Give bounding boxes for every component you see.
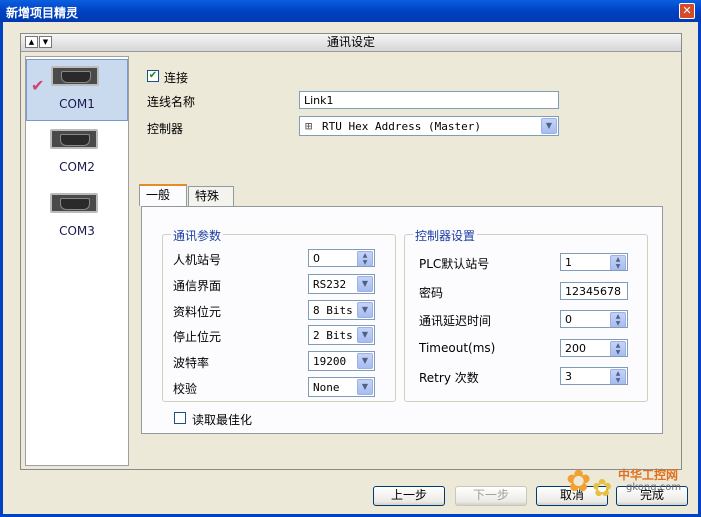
retry-spinner[interactable]: 3 ▲ ▼: [560, 367, 628, 385]
gear-icon: ✿: [592, 474, 613, 502]
selected-check-icon: ✔: [31, 76, 45, 95]
comm-settings-panel: ▲ ▼ 通讯设定 ✔ COM1 COM2 COM3 ✔ 连接 连线名称 Link…: [20, 33, 682, 470]
password-label: 密码: [419, 286, 444, 300]
stop-bits-label: 停止位元: [173, 330, 222, 344]
baud-rate-select[interactable]: 19200 ▼: [308, 351, 375, 371]
parity-value: None: [313, 381, 340, 394]
hmi-station-label: 人机站号: [173, 253, 222, 267]
retry-label: Retry 次数: [419, 371, 479, 385]
gear-icon: ✿: [566, 464, 592, 499]
com-port-item-com2[interactable]: COM2: [26, 123, 128, 185]
stop-bits-select[interactable]: 2 Bits ▼: [308, 325, 375, 345]
parity-label: 校验: [173, 382, 198, 396]
spinner-icon[interactable]: ▲ ▼: [357, 251, 373, 266]
close-icon[interactable]: ✕: [679, 3, 695, 19]
spinner-icon[interactable]: ▲ ▼: [610, 341, 626, 356]
com-port-label: COM3: [59, 224, 95, 238]
connect-checkbox[interactable]: ✔: [147, 70, 159, 82]
password-input[interactable]: 12345678: [560, 282, 628, 300]
tab-special[interactable]: 特殊: [188, 186, 234, 206]
comm-params-title: 通讯参数: [171, 227, 224, 244]
tab-content-general: 通讯参数 人机站号 0 ▲ ▼ 通信界面 RS232 ▼ 资料位元 8 Bits …: [141, 206, 663, 434]
next-button[interactable]: 下一步: [455, 486, 527, 506]
spinner-icon[interactable]: ▲ ▼: [610, 369, 626, 384]
data-bits-select[interactable]: 8 Bits ▼: [308, 300, 375, 320]
com-port-item-com1[interactable]: ✔ COM1: [26, 59, 128, 121]
com-port-item-com3[interactable]: COM3: [26, 187, 128, 249]
chevron-down-icon[interactable]: ▼: [357, 353, 373, 369]
panel-header-title: 通讯设定: [326, 35, 375, 49]
connect-label: 连接: [164, 71, 189, 85]
chevron-down-icon[interactable]: ▼: [541, 118, 557, 134]
com-port-label: COM2: [59, 160, 95, 174]
watermark-text: 中华工控网: [618, 468, 679, 482]
plc-device-icon: ⊞: [305, 119, 313, 133]
plc-station-label: PLC默认站号: [419, 257, 490, 271]
chevron-down-icon[interactable]: ▼: [357, 302, 373, 318]
serial-port-icon: [50, 129, 98, 149]
controller-value: RTU Hex Address (Master): [322, 120, 481, 133]
baud-rate-value: 19200: [313, 355, 347, 368]
comm-delay-value: 0: [565, 313, 572, 326]
timeout-spinner[interactable]: 200 ▲ ▼: [560, 339, 628, 357]
timeout-value: 200: [565, 342, 586, 355]
data-bits-label: 资料位元: [173, 305, 222, 319]
controller-settings-title: 控制器设置: [413, 227, 478, 244]
com-port-label: COM1: [59, 97, 95, 111]
spinner-icon[interactable]: ▲ ▼: [610, 312, 626, 327]
plc-station-spinner[interactable]: 1 ▲ ▼: [560, 253, 628, 271]
interface-select[interactable]: RS232 ▼: [308, 274, 375, 294]
spinner-icon[interactable]: ▲ ▼: [610, 255, 626, 270]
tab-general[interactable]: 一般: [139, 184, 187, 206]
comm-delay-label: 通讯延迟时间: [419, 314, 492, 328]
retry-value: 3: [565, 370, 572, 383]
serial-port-icon: [51, 66, 99, 86]
prev-button[interactable]: 上一步: [373, 486, 445, 506]
comm-delay-spinner[interactable]: 0 ▲ ▼: [560, 310, 628, 328]
panel-header: ▲ ▼ 通讯设定: [21, 34, 681, 52]
title-bar: 新增项目精灵 ✕: [0, 0, 701, 22]
chevron-down-icon[interactable]: ▼: [357, 379, 373, 395]
timeout-label: Timeout(ms): [419, 341, 496, 355]
controller-settings-group: 控制器设置 PLC默认站号 1 ▲ ▼ 密码 12345678 通讯延迟时间 0 …: [404, 227, 648, 402]
serial-port-icon: [50, 193, 98, 213]
watermark-site: gkong.com: [626, 482, 682, 493]
link-name-label: 连线名称: [147, 95, 196, 109]
chevron-down-icon[interactable]: ▼: [357, 327, 373, 343]
read-optimize-checkbox[interactable]: [174, 412, 186, 424]
interface-label: 通信界面: [173, 279, 222, 293]
scroll-down-icon[interactable]: ▼: [39, 36, 52, 48]
chevron-down-icon[interactable]: ▼: [357, 276, 373, 292]
hmi-station-value: 0: [313, 252, 320, 265]
stop-bits-value: 2 Bits: [313, 329, 353, 342]
watermark-logo: ✿ ✿ 中华工控网 gkong.com: [566, 460, 696, 508]
scroll-up-icon[interactable]: ▲: [25, 36, 38, 48]
hmi-station-spinner[interactable]: 0 ▲ ▼: [308, 249, 375, 267]
interface-value: RS232: [313, 278, 347, 291]
comm-params-group: 通讯参数 人机站号 0 ▲ ▼ 通信界面 RS232 ▼ 资料位元 8 Bits …: [162, 227, 396, 402]
baud-rate-label: 波特率: [173, 356, 210, 370]
plc-station-value: 1: [565, 256, 572, 269]
window-title: 新增项目精灵: [6, 6, 79, 20]
com-port-list: ✔ COM1 COM2 COM3: [25, 56, 129, 466]
read-optimize-label: 读取最佳化: [192, 413, 253, 427]
data-bits-value: 8 Bits: [313, 304, 353, 317]
controller-label: 控制器: [147, 122, 184, 136]
parity-select[interactable]: None ▼: [308, 377, 375, 397]
controller-select[interactable]: ⊞ RTU Hex Address (Master) ▼: [299, 116, 559, 136]
link-settings-area: ✔ 连接 连线名称 Link1 控制器 ⊞ RTU Hex Address (M…: [131, 56, 679, 466]
link-name-input[interactable]: Link1: [299, 91, 559, 109]
